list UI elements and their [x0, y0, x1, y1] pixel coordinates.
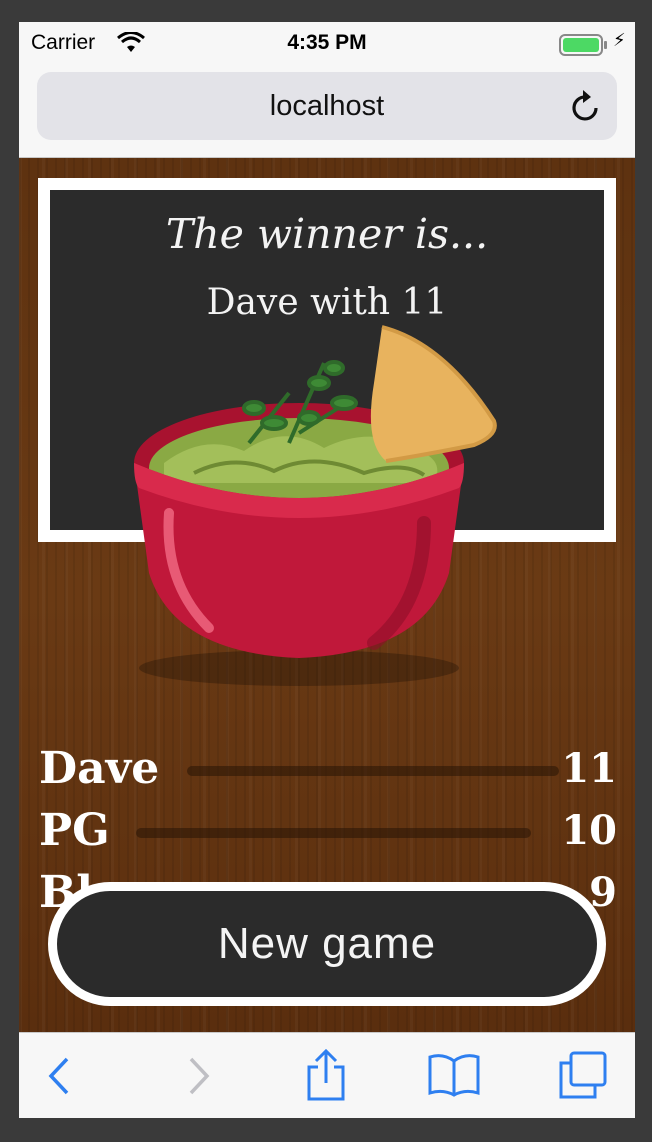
- device-screen: Carrier 4:35 PM ⚡ localhost The winner i…: [19, 22, 635, 1118]
- address-bar[interactable]: localhost: [37, 72, 617, 140]
- bookmarks-icon[interactable]: [427, 1053, 481, 1101]
- browser-chrome: localhost: [19, 66, 635, 158]
- player-score: 11: [561, 745, 617, 792]
- battery-icon: [559, 34, 609, 60]
- player-name: PG: [39, 805, 110, 856]
- guacamole-bowl-image: [124, 323, 524, 707]
- url-text: localhost: [269, 90, 385, 122]
- player-score: 10: [561, 807, 617, 854]
- forward-icon[interactable]: [183, 1055, 213, 1101]
- new-game-button[interactable]: New game: [48, 882, 606, 1006]
- score-bar: [187, 766, 559, 776]
- reload-icon[interactable]: [569, 88, 603, 128]
- score-bar: [136, 828, 531, 838]
- share-icon[interactable]: [305, 1048, 347, 1105]
- clock: 4:35 PM: [287, 31, 367, 54]
- winner-heading: The winner is...: [165, 210, 489, 258]
- back-icon[interactable]: [45, 1055, 75, 1101]
- status-bar: Carrier 4:35 PM ⚡: [19, 22, 635, 66]
- winner-result: Dave with 11: [206, 282, 448, 323]
- player-name: Dave: [39, 743, 160, 794]
- browser-toolbar: [19, 1032, 635, 1118]
- score-row: Dave 11: [39, 742, 617, 804]
- score-row: PG 10: [39, 804, 617, 866]
- tabs-icon[interactable]: [557, 1051, 609, 1103]
- wood-table: The winner is... Dave with 11 Dave 11 PG…: [19, 158, 635, 1032]
- charging-icon: ⚡: [613, 30, 626, 51]
